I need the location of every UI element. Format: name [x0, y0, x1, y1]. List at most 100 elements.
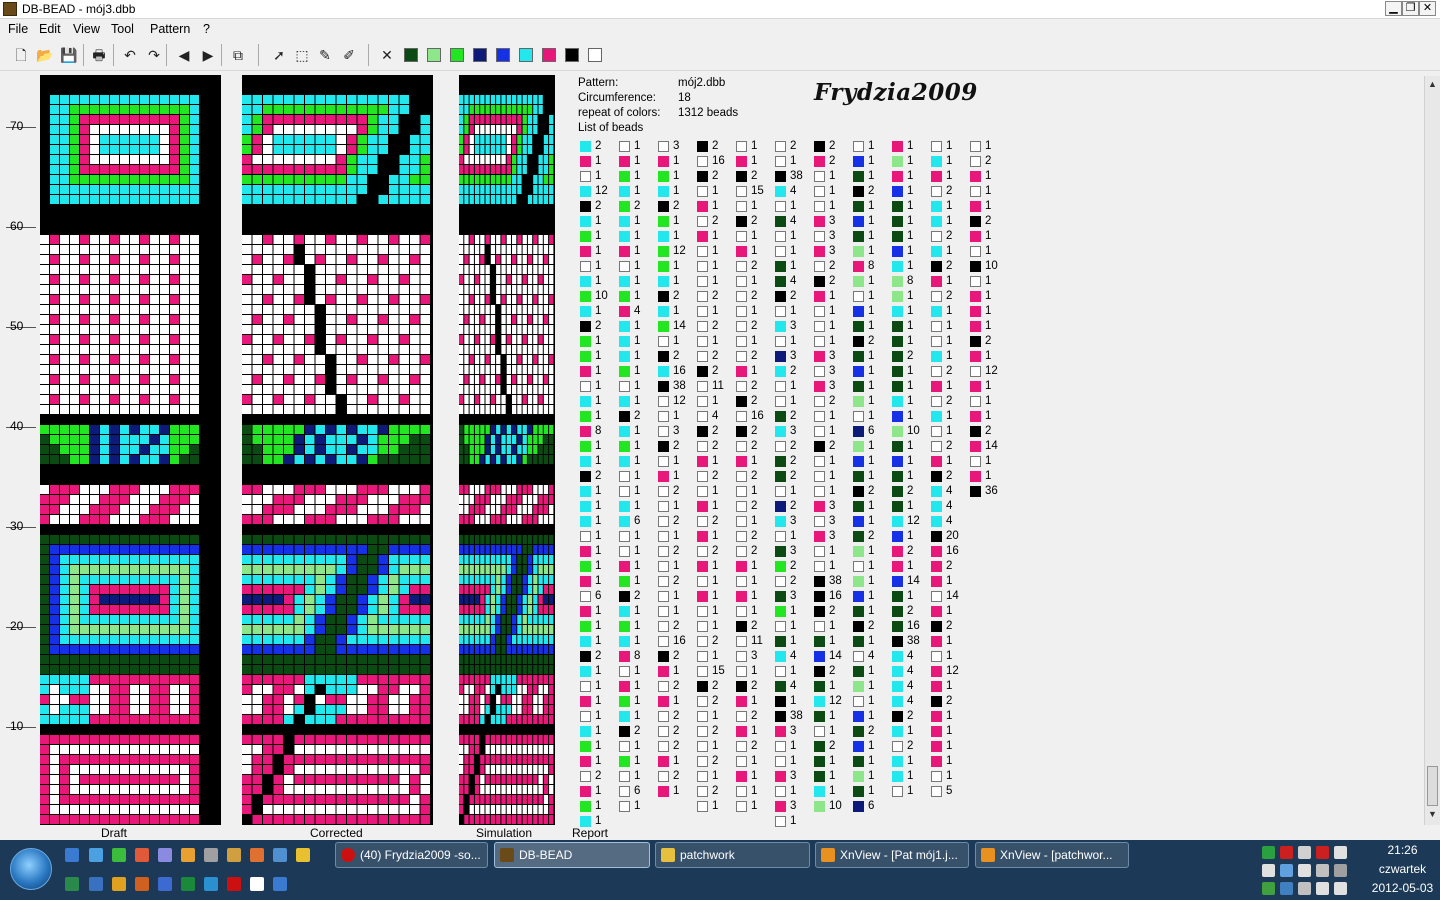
bead-cell	[464, 165, 469, 174]
bead-cell	[170, 755, 179, 764]
bead-cell	[60, 245, 69, 254]
bead-cell	[326, 435, 336, 444]
bead-cell	[543, 715, 549, 724]
menu-tool[interactable]: Tool	[111, 22, 134, 36]
bead-cell	[130, 565, 139, 574]
print-icon[interactable]: 🖶	[90, 46, 108, 64]
palette-swatch[interactable]	[588, 48, 602, 62]
bead-cell	[294, 335, 304, 344]
bead-cell	[517, 135, 522, 144]
bead-count: 1	[673, 665, 680, 677]
bead-count: 2	[829, 275, 836, 287]
prev-icon[interactable]: ◀	[175, 46, 193, 64]
bead-cell	[522, 135, 527, 144]
bead-cell	[490, 305, 496, 314]
bead-cell	[517, 295, 522, 304]
bead-cell	[252, 565, 262, 574]
bead-cell	[180, 195, 189, 204]
open-icon[interactable]: 📂	[36, 46, 54, 64]
menu-view[interactable]: View	[73, 22, 100, 36]
bead-cell	[336, 815, 346, 824]
pointer-icon[interactable]: ➚	[270, 46, 288, 64]
minimize-button[interactable]: ▁	[1385, 1, 1402, 16]
save-icon[interactable]: 💾	[60, 46, 78, 64]
bead-cell	[120, 475, 129, 484]
bead-color-swatch	[580, 261, 591, 272]
bead-cell	[150, 115, 159, 124]
bead-cell	[40, 465, 49, 474]
palette-swatch[interactable]	[542, 48, 556, 62]
bead-cell	[512, 155, 517, 164]
delete-color-icon[interactable]: ✕	[378, 46, 396, 64]
bead-cell	[501, 475, 506, 484]
undo-icon[interactable]: ↶	[121, 46, 139, 64]
bead-cell	[90, 385, 99, 394]
bead-cell	[190, 465, 199, 474]
fill-icon[interactable]: ✎	[316, 46, 334, 64]
palette-swatch[interactable]	[496, 48, 510, 62]
bead-cell	[305, 115, 315, 124]
palette-swatch[interactable]	[427, 48, 441, 62]
bead-cell	[242, 305, 252, 314]
bead-cell	[496, 475, 501, 484]
bead-cell	[490, 185, 496, 194]
bead-cell	[368, 295, 378, 304]
bead-cell	[263, 545, 273, 554]
bead-color-swatch	[619, 441, 630, 452]
menu-pattern[interactable]: Pattern	[150, 22, 190, 36]
bead-count: 1	[751, 560, 758, 572]
bead-cell	[252, 595, 262, 604]
menu-help[interactable]: ?	[203, 22, 210, 36]
bead-cell	[70, 205, 79, 214]
bead-cell	[522, 355, 527, 364]
bead-cell	[150, 255, 159, 264]
bead-count: 2	[751, 500, 758, 512]
bead-cell	[469, 645, 474, 654]
bead-cell	[538, 205, 543, 214]
bead-cell	[263, 555, 273, 564]
bead-cell	[100, 355, 109, 364]
bead-cell	[399, 395, 409, 404]
bead-cell	[273, 595, 283, 604]
close-button[interactable]: ✕	[1419, 1, 1436, 16]
draft-grid[interactable]	[40, 75, 221, 825]
bead-cell	[410, 565, 420, 574]
bead-cell	[399, 765, 409, 774]
bead-cell	[60, 225, 69, 234]
palette-swatch[interactable]	[473, 48, 487, 62]
bead-cell	[538, 495, 543, 504]
palette-swatch[interactable]	[519, 48, 533, 62]
palette-swatch[interactable]	[404, 48, 418, 62]
select-icon[interactable]: ⬚	[293, 46, 311, 64]
bead-count: 2	[751, 320, 758, 332]
bead-cell	[180, 485, 189, 494]
bead-cell	[326, 525, 336, 534]
bead-cell	[480, 315, 485, 324]
bead-cell	[538, 815, 543, 824]
bead-cell	[40, 345, 49, 354]
menu-edit[interactable]: Edit	[39, 22, 61, 36]
bead-cell	[527, 235, 533, 244]
corrected-grid[interactable]	[242, 75, 433, 825]
bead-cell	[40, 415, 49, 424]
bead-cell	[480, 165, 485, 174]
bead-color-swatch	[697, 561, 708, 572]
preview-icon[interactable]: ⧉	[229, 46, 247, 64]
palette-swatch[interactable]	[450, 48, 464, 62]
maximize-button[interactable]: ❐	[1402, 1, 1419, 16]
next-icon[interactable]: ▶	[199, 46, 217, 64]
bead-cell	[501, 295, 506, 304]
bead-cell	[273, 655, 283, 664]
redo-icon[interactable]: ↷	[145, 46, 163, 64]
bead-cell	[110, 215, 119, 224]
bead-cell	[543, 325, 549, 334]
bead-cell	[50, 495, 59, 504]
menu-file[interactable]: File	[8, 22, 28, 36]
bead-entry: 6	[617, 515, 661, 528]
bead-cell	[160, 135, 169, 144]
new-icon[interactable]: 🗋	[12, 46, 30, 64]
bead-cell	[326, 635, 336, 644]
palette-swatch[interactable]	[565, 48, 579, 62]
simulation-view[interactable]	[459, 75, 555, 825]
picker-icon[interactable]: ✐	[340, 46, 358, 64]
